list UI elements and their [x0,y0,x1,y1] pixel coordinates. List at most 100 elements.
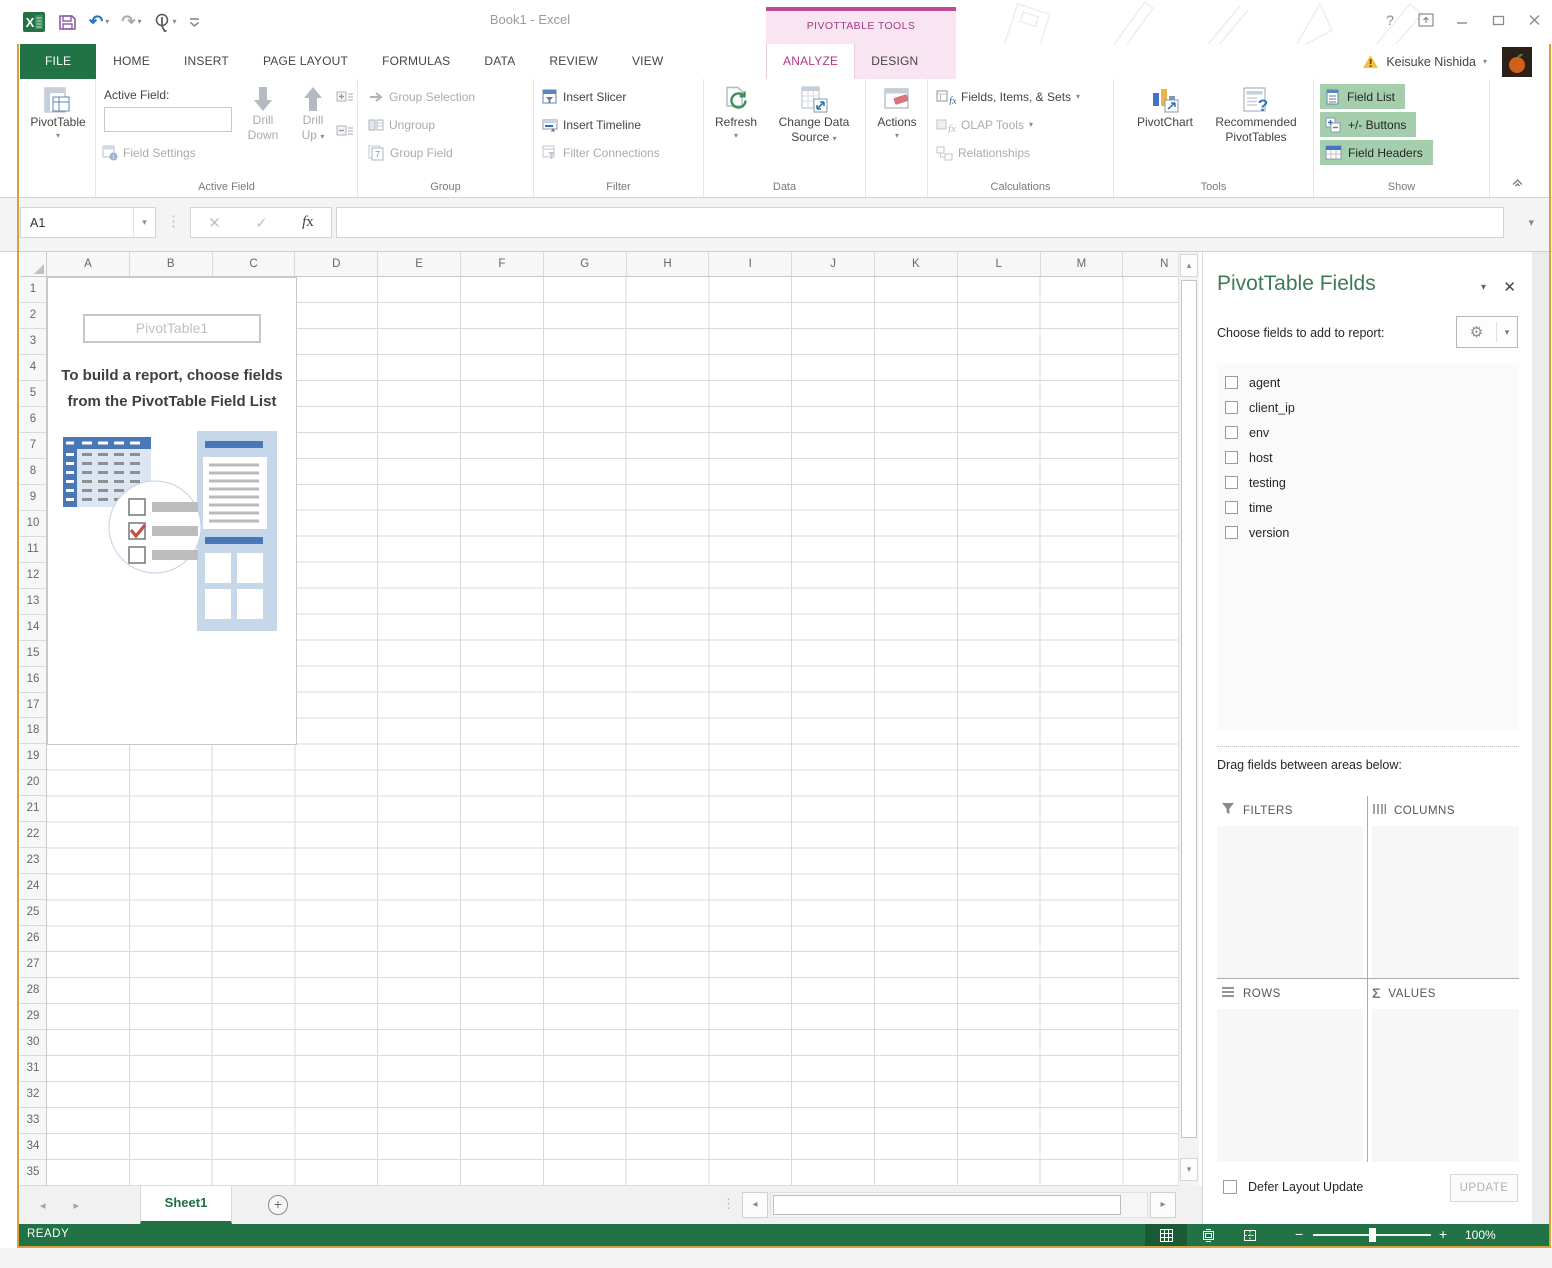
pane-options-chevron-icon[interactable]: ▾ [1481,282,1486,293]
column-header-M[interactable]: M [1041,252,1124,276]
row-header-4[interactable]: 4 [20,355,46,381]
group-selection-button[interactable]: Group Selection [368,85,475,109]
customize-qat-button[interactable] [189,16,200,28]
column-header-C[interactable]: C [213,252,296,276]
column-header-A[interactable]: A [47,252,130,276]
row-header-30[interactable]: 30 [20,1030,46,1056]
select-all-corner[interactable] [20,252,47,277]
tools-dropdown-button[interactable]: ⚙ ▾ [1456,316,1518,348]
filter-connections-button[interactable]: Filter Connections [542,141,660,165]
refresh-button[interactable]: Refresh ▾ [710,85,762,140]
field-checkbox[interactable] [1225,376,1238,389]
tab-page-layout[interactable]: PAGE LAYOUT [246,44,365,79]
row-header-3[interactable]: 3 [20,329,46,355]
vertical-scrollbar[interactable]: ▴ ▾ [1178,252,1199,1186]
row-header-19[interactable]: 19 [20,744,46,770]
normal-view-button[interactable] [1145,1224,1187,1246]
name-box[interactable]: ▾ [20,207,156,238]
insert-slicer-button[interactable]: Insert Slicer [542,85,626,109]
pivottable-placeholder[interactable]: PivotTable1 To build a report, choose fi… [47,277,297,745]
help-icon[interactable]: ? [1380,10,1400,30]
field-item-version[interactable]: version [1217,520,1519,545]
column-header-H[interactable]: H [627,252,710,276]
column-header-B[interactable]: B [130,252,213,276]
row-header-27[interactable]: 27 [20,952,46,978]
row-header-2[interactable]: 2 [20,303,46,329]
expand-field-button[interactable] [336,85,354,109]
scroll-left-icon[interactable]: ◂ [742,1192,768,1218]
row-header-28[interactable]: 28 [20,978,46,1004]
collapse-ribbon-button[interactable] [1511,173,1524,191]
row-header-7[interactable]: 7 [20,433,46,459]
field-checkbox[interactable] [1225,476,1238,489]
row-header-23[interactable]: 23 [20,848,46,874]
row-header-20[interactable]: 20 [20,770,46,796]
row-header-22[interactable]: 22 [20,822,46,848]
relationships-button[interactable]: Relationships [936,141,1030,165]
scroll-up-icon[interactable]: ▴ [1180,254,1198,277]
tab-view[interactable]: VIEW [615,44,680,79]
sheet-tab-sheet1[interactable]: Sheet1 [140,1186,232,1224]
area-dropzone[interactable] [1217,1009,1363,1162]
horizontal-scrollbar[interactable] [770,1192,1148,1218]
insert-timeline-button[interactable]: Insert Timeline [542,113,641,137]
drill-up-button[interactable]: Drill Up ▾ [292,85,334,143]
field-checkbox[interactable] [1225,526,1238,539]
field-checkbox[interactable] [1225,501,1238,514]
row-header-16[interactable]: 16 [20,667,46,693]
field-checkbox[interactable] [1225,401,1238,414]
area-columns[interactable]: COLUMNS [1368,796,1519,979]
collapse-field-button[interactable] [336,119,354,143]
area-dropzone[interactable] [1372,1009,1519,1162]
column-header-L[interactable]: L [958,252,1041,276]
row-header-34[interactable]: 34 [20,1134,46,1160]
row-header-11[interactable]: 11 [20,537,46,563]
field-checkbox[interactable] [1225,426,1238,439]
row-header-25[interactable]: 25 [20,900,46,926]
area-dropzone[interactable] [1217,826,1363,978]
column-header-E[interactable]: E [378,252,461,276]
cancel-entry-icon[interactable]: ✕ [208,214,221,232]
expand-formula-bar-icon[interactable]: ▾ [1528,216,1534,229]
tab-home[interactable]: HOME [96,44,167,79]
row-header-31[interactable]: 31 [20,1056,46,1082]
group-field-button[interactable]: 7 Group Field [368,141,453,165]
area-values[interactable]: ΣVALUES [1368,979,1519,1162]
active-field-input[interactable] [104,107,232,132]
excel-logo-icon[interactable]: X [22,10,46,34]
row-header-8[interactable]: 8 [20,459,46,485]
scroll-right-icon[interactable]: ▸ [1150,1192,1176,1218]
zoom-percentage[interactable]: 100% [1465,1228,1496,1242]
close-icon[interactable] [1524,10,1544,30]
field-item-client-ip[interactable]: client_ip [1217,395,1519,420]
next-sheet-icon[interactable]: ▸ [74,1199,80,1212]
undo-button[interactable]: ↶▾ [89,12,109,32]
ribbon-display-options-icon[interactable] [1416,10,1436,30]
new-sheet-icon[interactable]: + [268,1195,288,1215]
tab-design[interactable]: DESIGN [855,44,934,79]
row-header-14[interactable]: 14 [20,615,46,641]
row-header-33[interactable]: 33 [20,1108,46,1134]
insert-function-icon[interactable]: fx [302,214,314,231]
area-rows[interactable]: ROWS [1217,979,1368,1162]
row-header-35[interactable]: 35 [20,1160,46,1186]
formula-bar-handle[interactable]: ⋮ [166,212,181,230]
field-headers-toggle[interactable]: Field Headers [1320,140,1433,165]
redo-button[interactable]: ↷▾ [121,12,141,32]
row-header-9[interactable]: 9 [20,485,46,511]
column-header-K[interactable]: K [875,252,958,276]
tab-split-handle[interactable]: ⋮ [722,1196,735,1212]
row-header-18[interactable]: 18 [20,718,46,744]
minimize-icon[interactable] [1452,10,1472,30]
column-header-F[interactable]: F [461,252,544,276]
tab-analyze[interactable]: ANALYZE [766,44,855,79]
tab-insert[interactable]: INSERT [167,44,246,79]
field-settings-button[interactable]: i Field Settings [102,141,196,165]
scroll-down-icon[interactable]: ▾ [1180,1158,1198,1181]
row-header-6[interactable]: 6 [20,407,46,433]
field-list-toggle[interactable]: Field List [1320,84,1405,109]
user-account-area[interactable]: Keisuke Nishida ▾ [1362,44,1532,79]
row-header-13[interactable]: 13 [20,589,46,615]
confirm-entry-icon[interactable]: ✓ [255,214,268,232]
ungroup-button[interactable]: Ungroup [368,113,435,137]
